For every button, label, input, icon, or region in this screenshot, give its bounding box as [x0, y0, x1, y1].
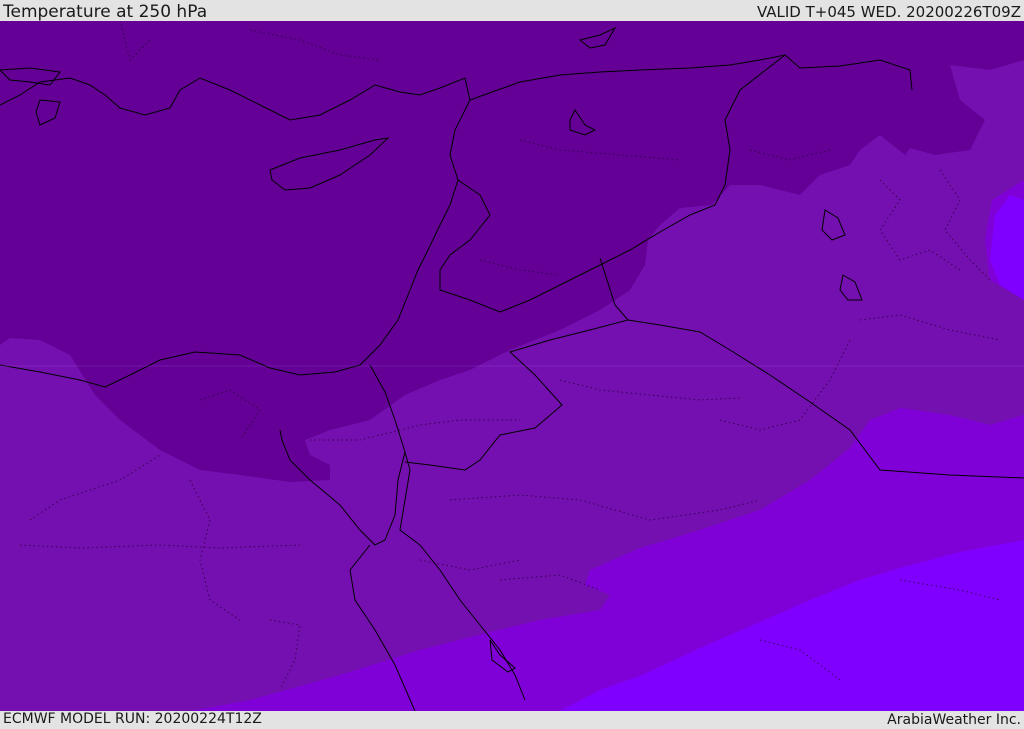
map-header: Temperature at 250 hPa VALID T+045 WED. … [0, 0, 1024, 21]
weather-map[interactable] [0, 21, 1024, 711]
valid-time: VALID T+045 WED. 20200226T09Z [756, 3, 1021, 21]
model-run: ECMWF MODEL RUN: 20200224T12Z [3, 711, 262, 727]
credit-text: ArabiaWeather Inc. [887, 712, 1021, 728]
map-footer: ECMWF MODEL RUN: 20200224T12Z ArabiaWeat… [0, 711, 1024, 729]
map-title: Temperature at 250 hPa [3, 2, 208, 22]
